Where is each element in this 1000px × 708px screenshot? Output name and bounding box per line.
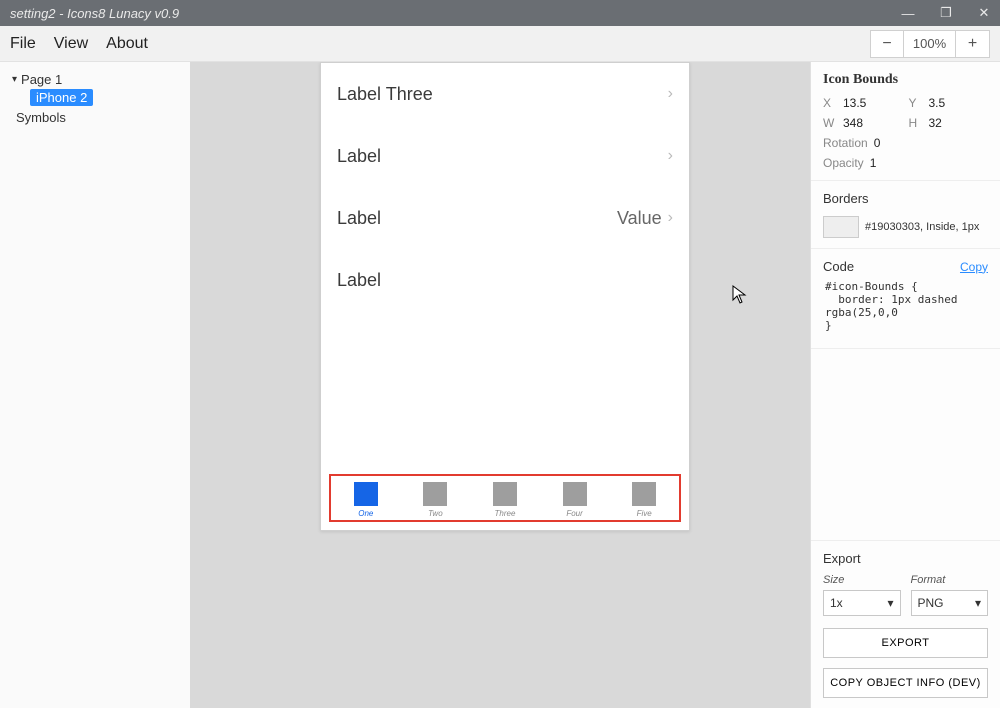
- tab-label: Four: [566, 509, 582, 518]
- export-size-label: Size: [823, 574, 901, 586]
- caret-down-icon: ▾: [12, 74, 17, 85]
- chevron-right-icon: ›: [668, 209, 673, 227]
- artboard-iphone[interactable]: Label Three › Label › Label Value › Labe…: [320, 62, 690, 531]
- export-title: Export: [823, 551, 988, 566]
- canvas[interactable]: Label Three › Label › Label Value › Labe…: [190, 62, 810, 708]
- tab-icon: [632, 482, 656, 506]
- tab-item[interactable]: Four: [563, 482, 587, 518]
- zoom-control: − 100% +: [870, 30, 990, 58]
- tree-symbols-item[interactable]: Symbols: [16, 110, 66, 125]
- prop-w-value[interactable]: 348: [843, 116, 903, 130]
- prop-h-label: H: [909, 116, 923, 130]
- tab-item[interactable]: Five: [632, 482, 656, 518]
- prop-x-value[interactable]: 13.5: [843, 96, 903, 110]
- prop-h-value[interactable]: 32: [929, 116, 989, 130]
- export-format-select[interactable]: PNG ▾: [911, 590, 989, 616]
- prop-rotation-value[interactable]: 0: [874, 136, 881, 150]
- borders-title: Borders: [823, 191, 988, 206]
- copy-code-link[interactable]: Copy: [960, 260, 988, 274]
- list-row[interactable]: Label ›: [321, 125, 689, 187]
- tab-icon: [563, 482, 587, 506]
- close-icon[interactable]: ✕: [974, 5, 994, 21]
- chevron-right-icon: ›: [668, 85, 673, 103]
- tab-label: One: [358, 509, 373, 518]
- chevron-right-icon: ›: [668, 147, 673, 165]
- window-controls: — ❐ ✕: [898, 5, 994, 21]
- tab-icon: [354, 482, 378, 506]
- export-size-select[interactable]: 1x ▾: [823, 590, 901, 616]
- tab-label: Three: [495, 509, 516, 518]
- window-title: setting2 - Icons8 Lunacy v0.9: [10, 6, 179, 21]
- export-size-value: 1x: [830, 596, 843, 610]
- menu-view[interactable]: View: [54, 35, 88, 53]
- border-color-swatch[interactable]: [823, 216, 859, 238]
- caret-down-icon: ▾: [887, 596, 893, 610]
- prop-y-value[interactable]: 3.5: [929, 96, 989, 110]
- code-title: Code: [823, 259, 854, 274]
- row-label: Label: [337, 208, 617, 229]
- menu-bar: File View About − 100% +: [0, 26, 1000, 62]
- zoom-out-button[interactable]: −: [870, 30, 904, 58]
- list-row[interactable]: Label Value ›: [321, 187, 689, 249]
- row-label: Label: [337, 146, 668, 167]
- cursor-icon: [732, 285, 748, 310]
- tree-artboard-item[interactable]: iPhone 2: [30, 89, 93, 106]
- minimize-icon[interactable]: —: [898, 6, 918, 21]
- inspector-title: Icon Bounds: [823, 72, 988, 88]
- inspector-panel: Icon Bounds X 13.5 Y 3.5 W 348 H 32 Rota…: [810, 62, 1000, 708]
- row-value: Value: [617, 208, 662, 229]
- prop-opacity-label: Opacity: [823, 156, 864, 170]
- prop-w-label: W: [823, 116, 837, 130]
- list-row[interactable]: Label Three ›: [321, 63, 689, 125]
- zoom-level[interactable]: 100%: [904, 30, 956, 58]
- row-label: Label: [337, 270, 673, 291]
- prop-opacity-value[interactable]: 1: [870, 156, 877, 170]
- tab-icon: [423, 482, 447, 506]
- row-label: Label Three: [337, 84, 668, 105]
- code-block[interactable]: #icon-Bounds { border: 1px dashed rgba(2…: [823, 274, 988, 338]
- maximize-icon[interactable]: ❐: [936, 5, 956, 21]
- prop-y-label: Y: [909, 96, 923, 110]
- tree-page-label: Page 1: [21, 72, 62, 87]
- copy-object-info-button[interactable]: COPY OBJECT INFO (DEV): [823, 668, 988, 698]
- menu-file[interactable]: File: [10, 35, 36, 53]
- export-format-label: Format: [911, 574, 989, 586]
- export-button[interactable]: EXPORT: [823, 628, 988, 658]
- prop-x-label: X: [823, 96, 837, 110]
- export-format-value: PNG: [918, 596, 944, 610]
- window-titlebar: setting2 - Icons8 Lunacy v0.9 — ❐ ✕: [0, 0, 1000, 26]
- tree-page-root[interactable]: ▾ Page 1: [8, 70, 182, 89]
- zoom-in-button[interactable]: +: [956, 30, 990, 58]
- list-row[interactable]: Label: [321, 249, 689, 311]
- caret-down-icon: ▾: [975, 596, 981, 610]
- menu-about[interactable]: About: [106, 35, 148, 53]
- pages-panel: ▾ Page 1 iPhone 2 Symbols: [0, 62, 190, 708]
- tab-label: Two: [428, 509, 443, 518]
- tab-item[interactable]: Two: [423, 482, 447, 518]
- tab-icon: [493, 482, 517, 506]
- tab-label: Five: [637, 509, 652, 518]
- tab-bar-selection[interactable]: One Two Three Four Five: [329, 474, 681, 522]
- prop-rotation-label: Rotation: [823, 136, 868, 150]
- border-description: #19030303, Inside, 1px: [865, 221, 979, 233]
- tab-item[interactable]: Three: [493, 482, 517, 518]
- tab-item[interactable]: One: [354, 482, 378, 518]
